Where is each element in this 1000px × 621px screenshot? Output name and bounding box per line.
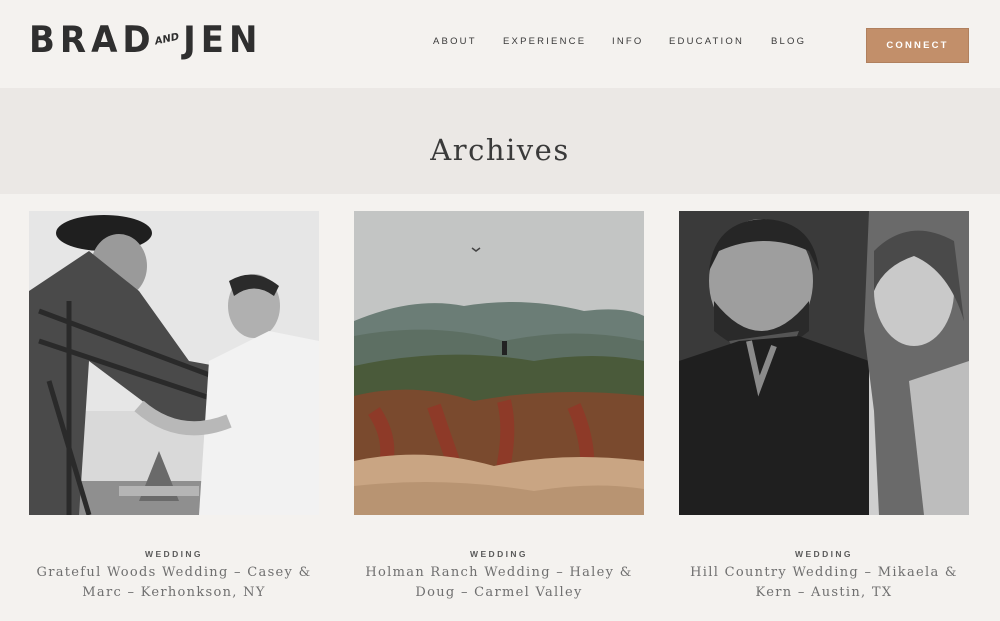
post-title-link[interactable]: Grateful Woods Wedding – Casey & Marc – … — [29, 563, 319, 602]
post-image-link[interactable] — [29, 211, 319, 515]
post-image-link[interactable] — [354, 211, 644, 515]
logo-right-word: JEN — [183, 18, 263, 62]
post-category: WEDDING — [795, 549, 853, 559]
nav-item-experience[interactable]: EXPERIENCE — [503, 36, 586, 47]
coastal-cliff-photo — [354, 211, 644, 515]
couple-smiling-photo — [679, 211, 969, 515]
nav-item-about[interactable]: ABOUT — [433, 36, 477, 47]
couple-laughing-photo — [29, 211, 319, 515]
post-title-link[interactable]: Holman Ranch Wedding – Haley & Doug – Ca… — [354, 563, 644, 602]
nav-item-info[interactable]: INFO — [612, 36, 644, 47]
nav-item-education[interactable]: EDUCATION — [669, 36, 744, 47]
post-category: WEDDING — [145, 549, 203, 559]
post-card: WEDDING Hill Country Wedding – Mikaela &… — [679, 211, 969, 600]
post-title-link[interactable]: Hill Country Wedding – Mikaela & Kern – … — [679, 563, 969, 602]
logo-and-word: AND — [153, 31, 180, 48]
post-card: WEDDING Grateful Woods Wedding – Casey &… — [29, 211, 319, 600]
site-logo[interactable]: BRAD AND JEN — [29, 18, 263, 62]
post-category: WEDDING — [470, 549, 528, 559]
post-card: WEDDING Holman Ranch Wedding – Haley & D… — [354, 211, 644, 600]
post-image-link[interactable] — [679, 211, 969, 515]
logo-left-word: BRAD — [29, 18, 156, 62]
connect-button[interactable]: CONNECT — [866, 28, 969, 63]
site-header: BRAD AND JEN ABOUT EXPERIENCE INFO EDUCA… — [0, 0, 1000, 88]
nav-item-blog[interactable]: BLOG — [771, 36, 806, 47]
page-title: Archives — [430, 132, 570, 167]
archives-banner: Archives — [0, 88, 1000, 194]
